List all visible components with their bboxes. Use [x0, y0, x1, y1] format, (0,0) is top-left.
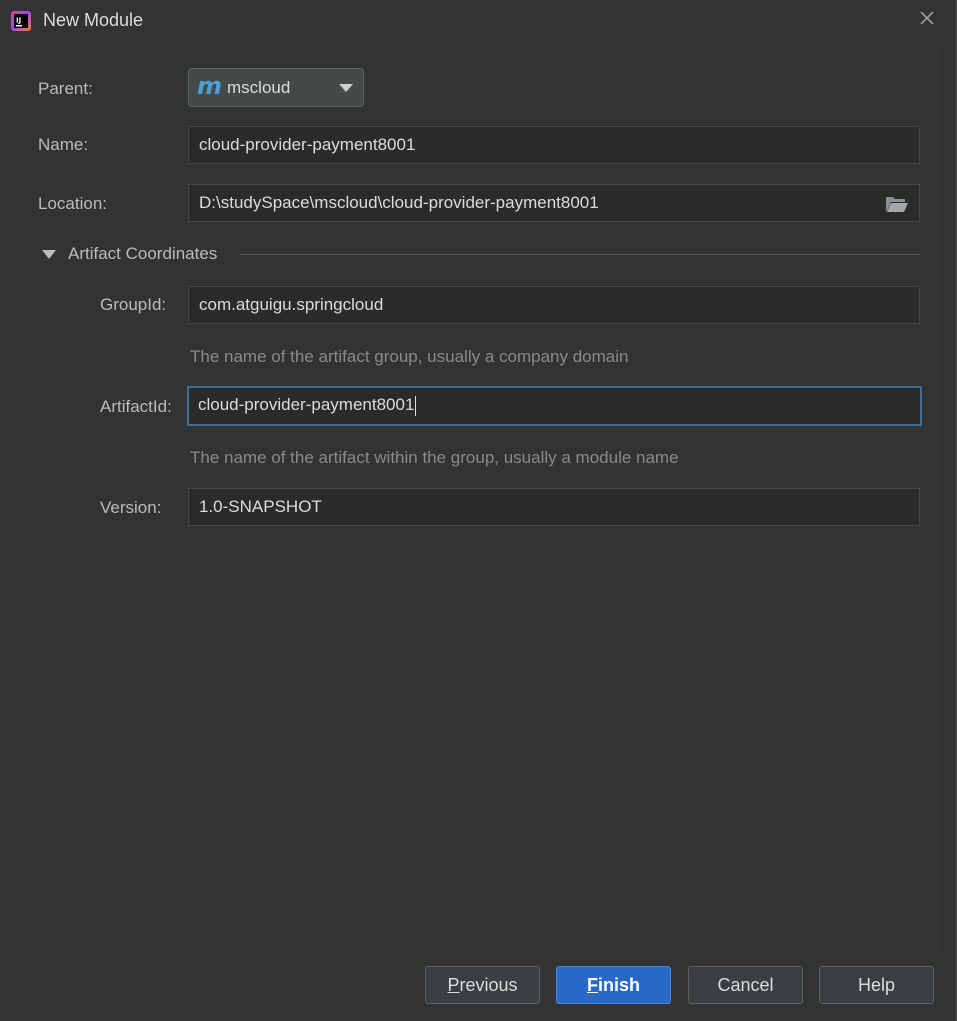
panel-edge — [937, 44, 938, 954]
parent-label: Parent: — [38, 79, 93, 98]
folder-open-icon[interactable] — [885, 194, 909, 214]
previous-mnemonic: P — [447, 975, 460, 995]
close-icon[interactable] — [918, 9, 936, 27]
dialog-title: New Module — [43, 10, 144, 30]
finish-button[interactable]: Finish — [556, 966, 671, 1004]
section-divider — [240, 254, 920, 255]
location-label: Location: — [38, 194, 107, 213]
previous-label: revious — [459, 975, 518, 995]
finish-label: inish — [597, 975, 640, 995]
cancel-button[interactable]: Cancel — [688, 966, 803, 1004]
new-module-dialog: IJ New Module Parent: m mscloud Name: cl… — [0, 0, 957, 1021]
groupid-label: GroupId: — [100, 295, 167, 314]
section-title: Artifact Coordinates — [68, 244, 218, 263]
chevron-down-icon — [339, 84, 353, 92]
parent-dropdown[interactable]: m mscloud — [188, 68, 364, 107]
artifactid-hint: The name of the artifact within the grou… — [190, 448, 679, 467]
groupid-hint: The name of the artifact group, usually … — [190, 347, 629, 366]
version-input[interactable]: 1.0-SNAPSHOT — [188, 488, 920, 526]
expand-triangle-icon[interactable] — [42, 250, 56, 259]
name-value: cloud-provider-payment8001 — [199, 135, 416, 154]
text-caret — [415, 395, 417, 416]
finish-mnemonic: F — [586, 975, 598, 995]
name-label: Name: — [38, 135, 89, 154]
intellij-idea-icon: IJ — [11, 11, 31, 31]
title-bar: IJ New Module — [0, 0, 956, 42]
artifactid-value: cloud-provider-payment8001 — [198, 395, 415, 414]
artifact-coordinates-section[interactable]: Artifact Coordinates — [42, 244, 920, 266]
parent-value: mscloud — [227, 78, 291, 97]
version-label: Version: — [100, 498, 162, 517]
location-value: D:\studySpace\mscloud\cloud-provider-pay… — [199, 193, 599, 212]
artifactid-label: ArtifactId: — [100, 397, 172, 416]
artifactid-input[interactable]: cloud-provider-payment8001 — [187, 386, 922, 426]
location-input[interactable]: D:\studySpace\mscloud\cloud-provider-pay… — [188, 184, 920, 222]
version-value: 1.0-SNAPSHOT — [199, 497, 322, 516]
groupid-input[interactable]: com.atguigu.springcloud — [188, 286, 920, 324]
name-input[interactable]: cloud-provider-payment8001 — [188, 126, 920, 164]
maven-icon: m — [197, 72, 223, 100]
svg-text:IJ: IJ — [16, 17, 21, 25]
groupid-value: com.atguigu.springcloud — [199, 295, 384, 314]
previous-button[interactable]: Previous — [425, 966, 540, 1004]
help-button[interactable]: Help — [819, 966, 934, 1004]
